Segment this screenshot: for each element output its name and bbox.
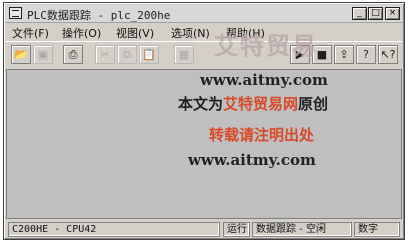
trace-settings-icon: ▦ bbox=[178, 48, 190, 61]
status-num-lock: 数字 bbox=[354, 222, 400, 237]
status-run-mode: 运行 bbox=[223, 222, 250, 237]
app-icon[interactable] bbox=[9, 7, 22, 19]
upload-button[interactable]: ⇪ bbox=[334, 45, 354, 64]
copy-button[interactable]: ⧉ bbox=[117, 45, 137, 64]
start-trace-button[interactable]: ▶ bbox=[290, 45, 310, 64]
stop-trace-button[interactable]: ■ bbox=[312, 45, 332, 64]
minimize-button[interactable]: _ bbox=[352, 7, 367, 20]
menu-options[interactable]: 选项(N) bbox=[171, 25, 210, 41]
menu-help[interactable]: 帮助(H) bbox=[226, 25, 265, 41]
title-bar[interactable]: PLC数据跟踪 - plc_200he _ □ × bbox=[6, 5, 402, 23]
paste-button[interactable]: 📋 bbox=[139, 45, 159, 64]
menu-bar: 文件(F) 操作(O) 视图(V) 选项(N) 帮助(H) bbox=[6, 23, 402, 40]
save-icon: ▣ bbox=[37, 48, 49, 61]
trace-client-area[interactable] bbox=[6, 69, 402, 219]
window-title: PLC数据跟踪 - plc_200he bbox=[27, 9, 171, 22]
cut-button[interactable]: ✂ bbox=[95, 45, 115, 64]
save-button[interactable]: ▣ bbox=[33, 45, 53, 64]
help-button[interactable]: ? bbox=[356, 45, 376, 64]
copy-icon: ⧉ bbox=[123, 48, 131, 61]
cut-icon: ✂ bbox=[100, 48, 110, 61]
maximize-button[interactable]: □ bbox=[368, 7, 383, 20]
stop-trace-icon: ■ bbox=[316, 48, 328, 61]
status-trace: 数据跟踪 - 空闲 bbox=[252, 222, 352, 237]
help-icon: ? bbox=[363, 48, 369, 61]
close-button[interactable]: × bbox=[385, 7, 400, 20]
print-preview-button[interactable]: ⎙ bbox=[63, 45, 83, 64]
context-help-icon: ↖? bbox=[380, 48, 396, 61]
app-window: PLC数据跟踪 - plc_200he _ □ × 文件(F) 操作(O) 视图… bbox=[3, 2, 405, 240]
print-preview-icon: ⎙ bbox=[68, 48, 78, 61]
menu-file[interactable]: 文件(F) bbox=[12, 25, 49, 41]
status-bar: C200HE - CPU42 运行 数据跟踪 - 空闲 数字 bbox=[6, 221, 402, 238]
status-plc-model: C200HE - CPU42 bbox=[8, 222, 220, 237]
trace-settings-button[interactable]: ▦ bbox=[174, 45, 194, 64]
open-button[interactable]: 📂 bbox=[11, 45, 31, 64]
upload-icon: ⇪ bbox=[339, 48, 349, 61]
menu-view[interactable]: 视图(V) bbox=[116, 25, 154, 41]
open-folder-icon: 📂 bbox=[14, 48, 28, 61]
menu-operation[interactable]: 操作(O) bbox=[62, 25, 101, 41]
paste-icon: 📋 bbox=[142, 48, 156, 61]
toolbar: 📂 ▣ ⎙ ✂ ⧉ 📋 ▦ ▶ ■ ⇪ ? ↖? bbox=[6, 41, 402, 70]
start-trace-icon: ▶ bbox=[295, 48, 305, 61]
context-help-button[interactable]: ↖? bbox=[378, 45, 398, 64]
